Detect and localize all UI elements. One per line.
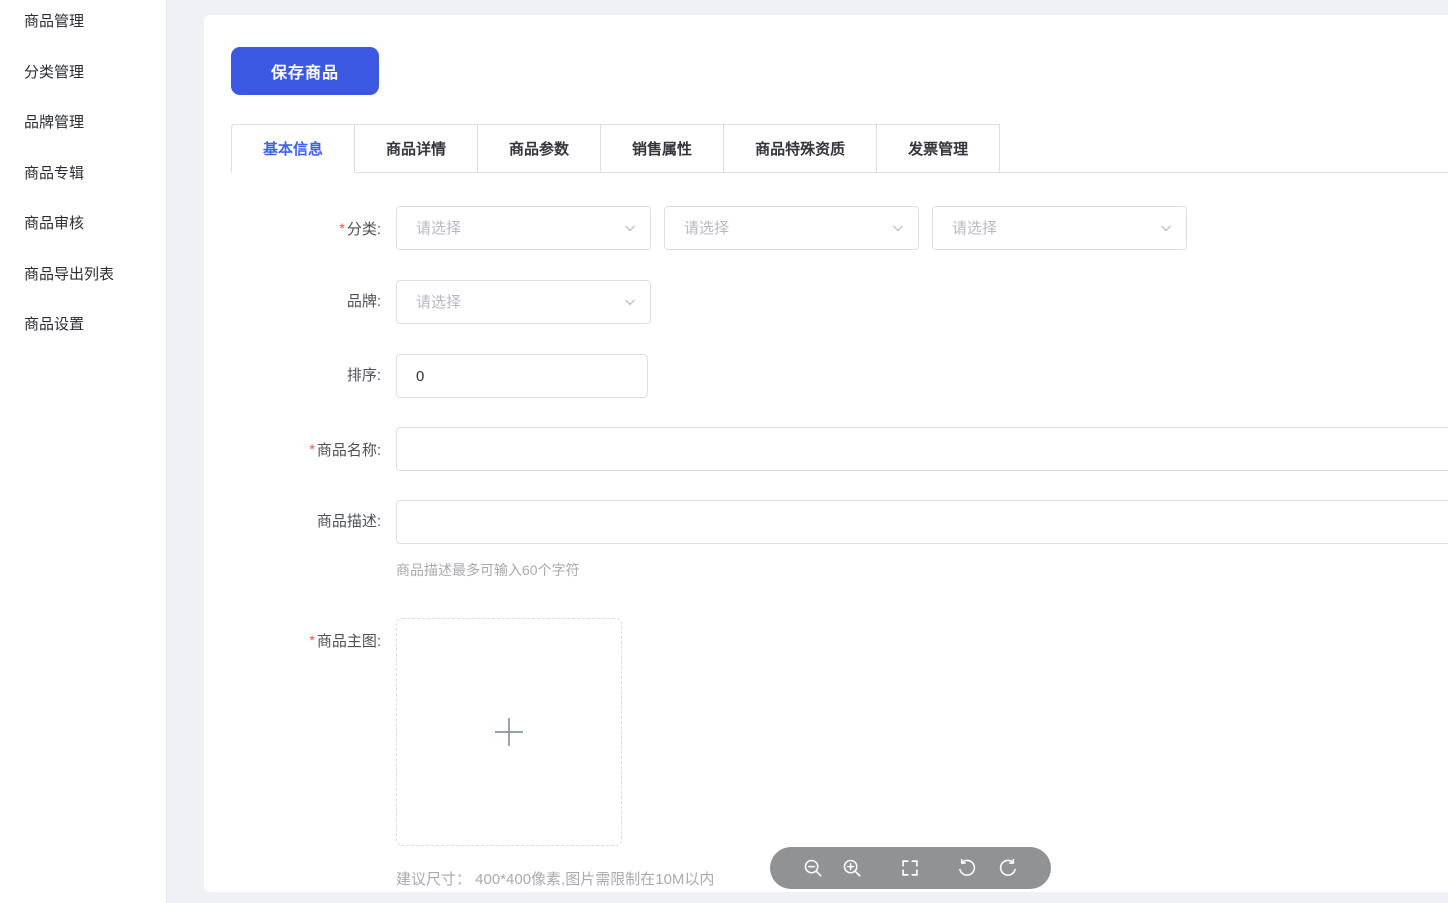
main-image-label: *商品主图: [204,618,381,664]
sidebar-item-product-album[interactable]: 商品专辑 [0,149,166,200]
form-row-product-description: 商品描述: [204,500,1448,544]
tab-product-detail[interactable]: 商品详情 [355,124,478,173]
zoom-in-icon[interactable] [841,857,863,879]
brand-select[interactable] [396,280,651,324]
sidebar-item-category-management[interactable]: 分类管理 [0,48,166,99]
form-row-main-image: *商品主图: [204,618,622,846]
page: 商品管理 分类管理 品牌管理 商品专辑 商品审核 商品导出列表 商品设置 保存商… [0,0,1448,903]
main-image-hint: 建议尺寸： 400*400像素,图片需限制在10M以内 [396,868,714,889]
product-description-hint: 商品描述最多可输入60个字符 [396,560,580,580]
category-select-level2-input[interactable] [665,207,918,249]
product-name-input[interactable] [396,427,1448,471]
tab-sale-attributes[interactable]: 销售属性 [601,124,724,173]
tab-special-qualification[interactable]: 商品特殊资质 [724,124,877,173]
required-mark: * [309,441,314,457]
category-select-level1[interactable] [396,206,651,250]
category-select-level3[interactable] [932,206,1187,250]
tab-bar: 基本信息 商品详情 商品参数 销售属性 商品特殊资质 发票管理 [231,124,1448,173]
category-select-level1-input[interactable] [397,207,650,249]
main-image-upload-box[interactable] [396,618,622,846]
image-viewer-toolbar [770,847,1051,889]
tab-product-params[interactable]: 商品参数 [478,124,601,173]
tab-invoice-management[interactable]: 发票管理 [877,124,1000,173]
product-description-input[interactable] [396,500,1448,544]
rotate-left-icon[interactable] [956,857,978,879]
sort-label: 排序: [204,354,381,398]
tab-bar-filler [1000,124,1448,173]
required-mark: * [309,632,314,648]
sidebar: 商品管理 分类管理 品牌管理 商品专辑 商品审核 商品导出列表 商品设置 [0,0,167,903]
form-row-product-name: *商品名称: [204,427,1448,473]
plus-icon [493,716,525,748]
zoom-out-icon[interactable] [802,857,824,879]
save-product-button[interactable]: 保存商品 [231,47,379,95]
sidebar-item-product-management[interactable]: 商品管理 [0,0,166,48]
sidebar-item-product-export-list[interactable]: 商品导出列表 [0,250,166,301]
required-mark: * [339,220,344,236]
product-name-label: *商品名称: [204,427,381,473]
sort-input[interactable] [396,354,648,398]
sidebar-item-product-settings[interactable]: 商品设置 [0,300,166,351]
form-row-sort: 排序: [204,354,648,398]
category-label: *分类: [204,206,381,252]
product-description-label: 商品描述: [204,500,381,544]
fullscreen-icon[interactable] [899,857,921,879]
main-content-card: 保存商品 基本信息 商品详情 商品参数 销售属性 商品特殊资质 发票管理 *分类… [204,15,1448,892]
sidebar-item-brand-management[interactable]: 品牌管理 [0,98,166,149]
tab-basic-info[interactable]: 基本信息 [231,124,355,173]
brand-select-input[interactable] [397,281,650,323]
category-select-level3-input[interactable] [933,207,1186,249]
form-row-brand: 品牌: [204,280,651,324]
form-row-category: *分类: [204,206,1187,252]
rotate-right-icon[interactable] [997,857,1019,879]
brand-label: 品牌: [204,280,381,324]
category-select-level2[interactable] [664,206,919,250]
sidebar-item-product-review[interactable]: 商品审核 [0,199,166,250]
